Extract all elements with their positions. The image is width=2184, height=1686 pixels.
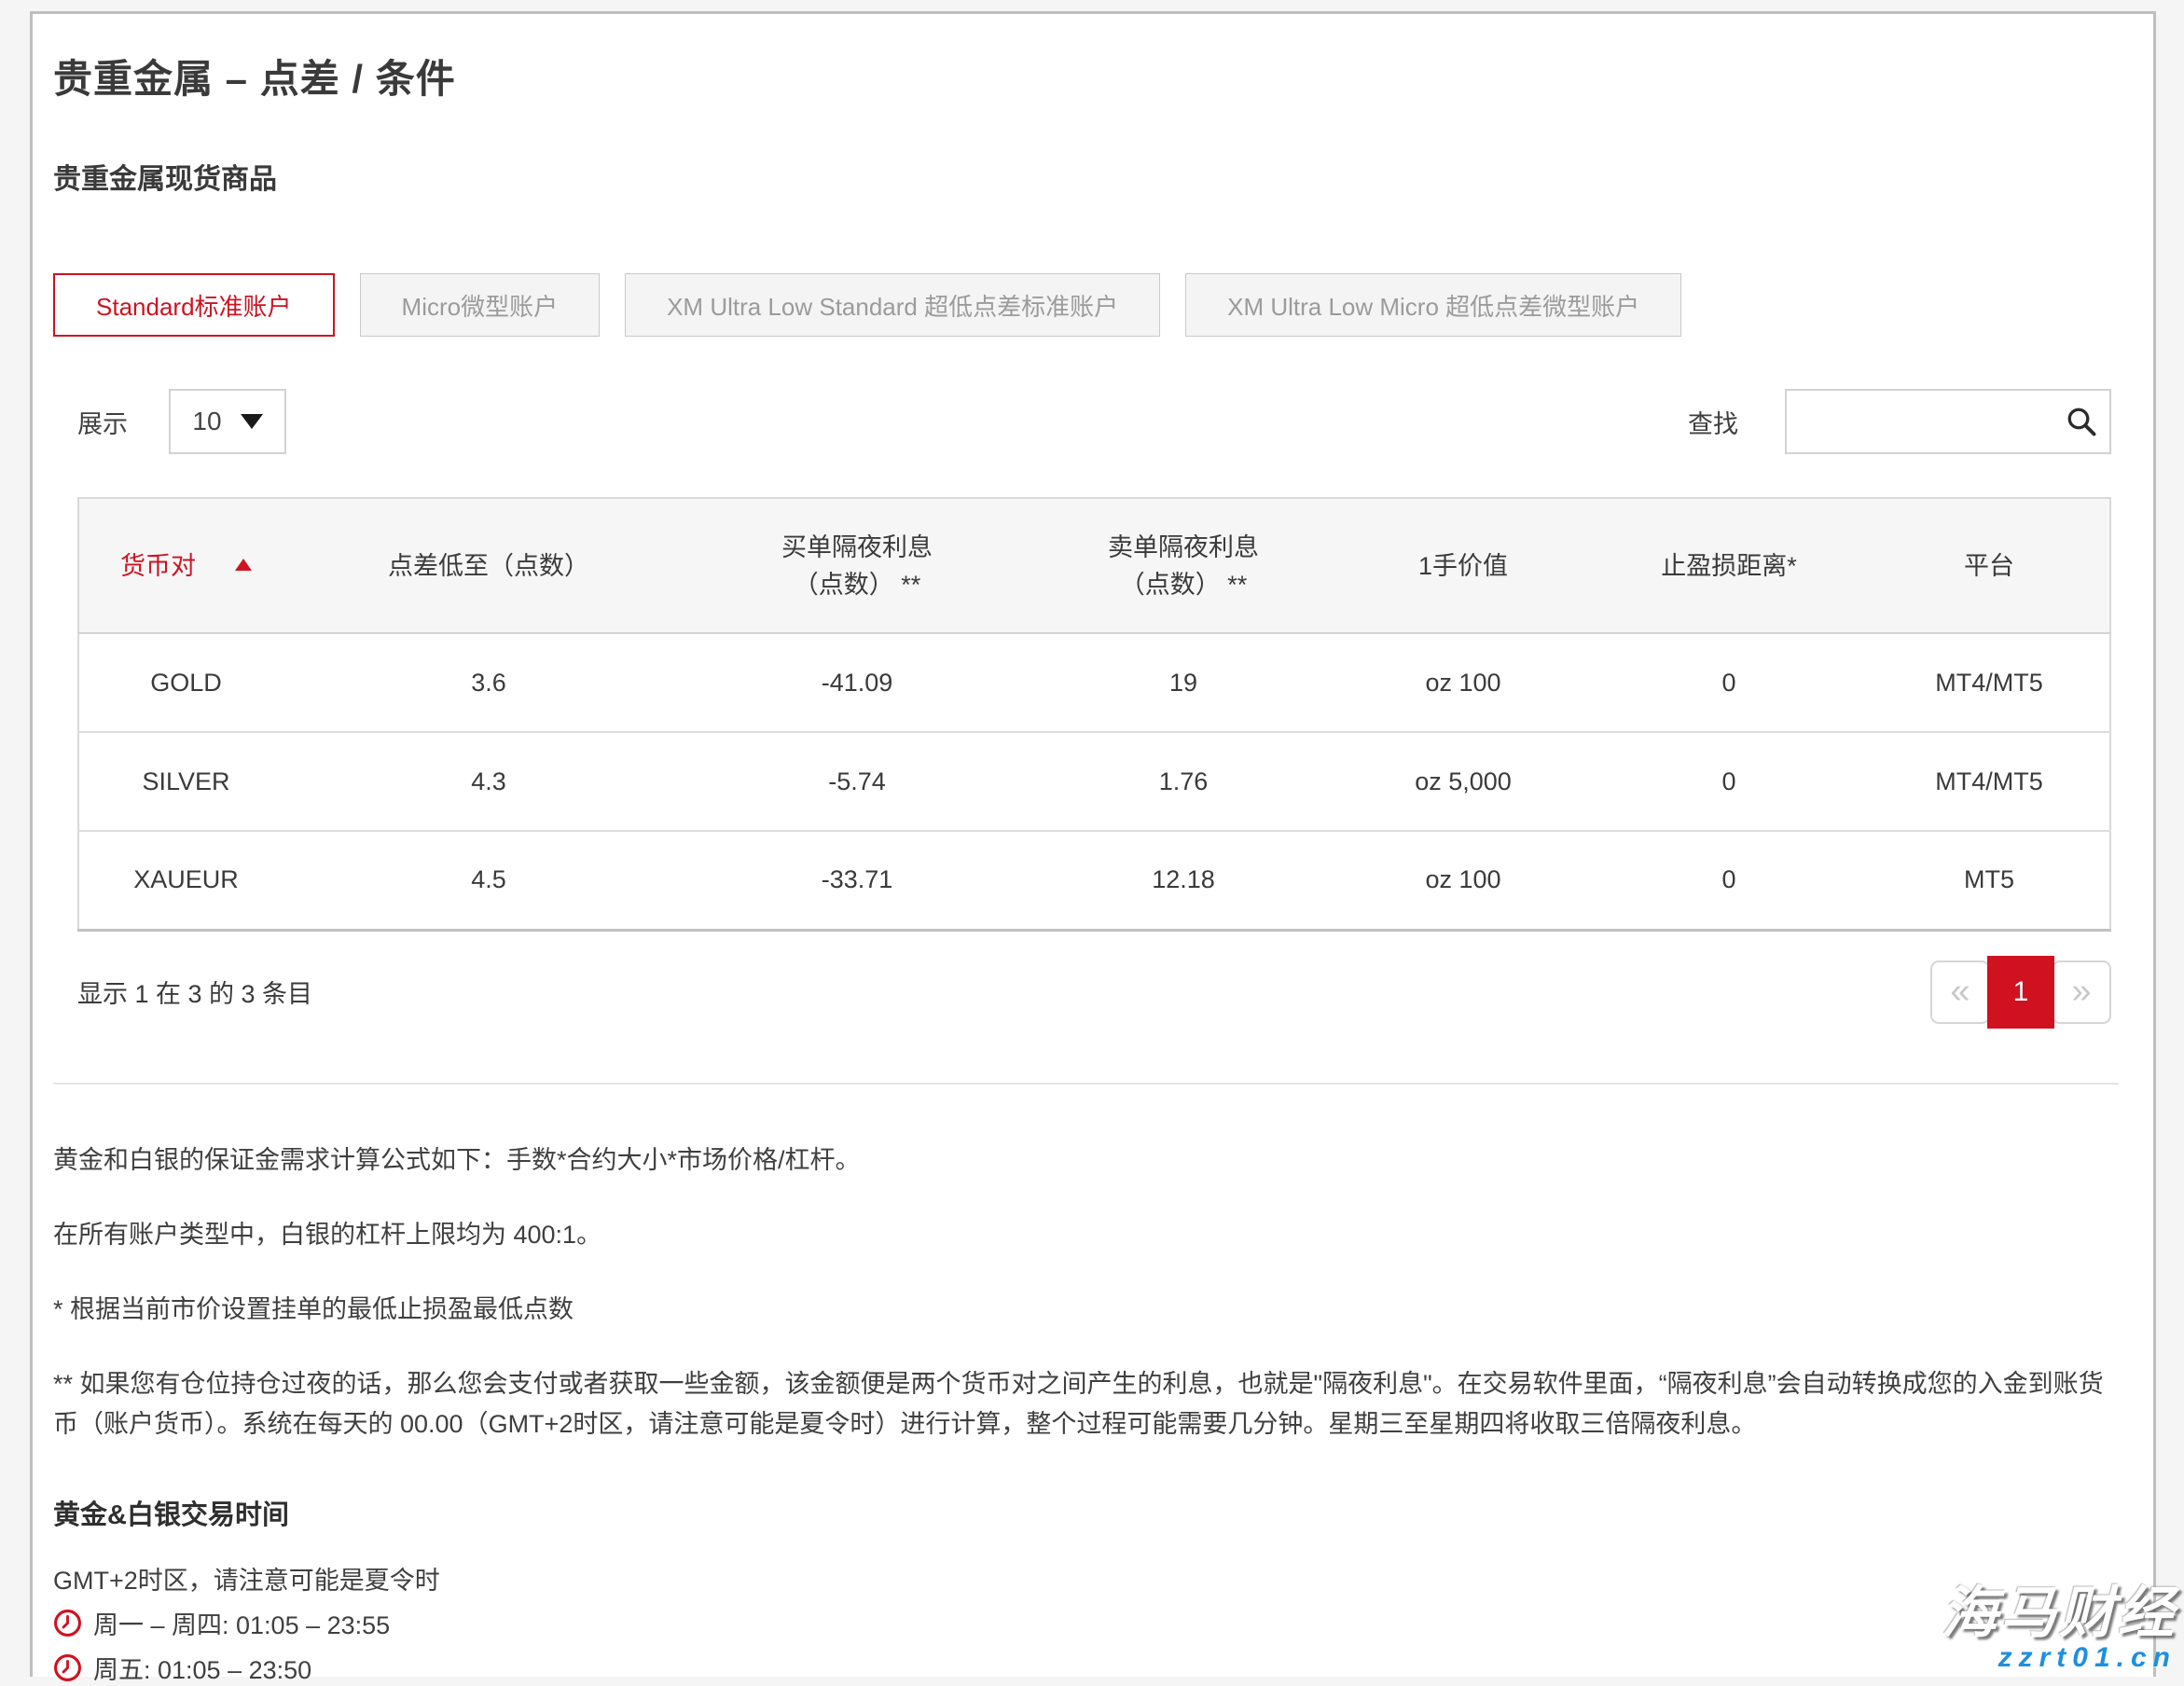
page-subtitle: 贵重金属现货商品 [53, 156, 2109, 197]
cell-platform: MT5 [1869, 831, 2110, 930]
table-row-silver: SILVER 4.3 -5.74 1.76 oz 5,000 0 MT4/MT5 [78, 732, 2110, 831]
cell-swap-short: 12.18 [1030, 831, 1337, 930]
page-size-label: 展示 [77, 404, 128, 440]
trading-hours-friday: 周五: 01:05 – 23:50 [53, 1650, 2109, 1686]
pagination: « 1 » [1930, 956, 2111, 1029]
table-row-xaueur: XAUEUR 4.5 -33.71 12.18 oz 100 0 MT5 [78, 831, 2110, 930]
cell-swap-long: -33.71 [684, 831, 1030, 930]
timezone-note: GMT+2时区，请注意可能是夏令时 [53, 1560, 2109, 1596]
pagination-next-button[interactable]: » [2052, 960, 2111, 1024]
account-type-tabs: Standard标准账户 Micro微型账户 XM Ultra Low Stan… [53, 273, 2109, 337]
sort-ascending-icon [235, 559, 252, 571]
column-header-spread[interactable]: 点差低至（点数） [293, 498, 684, 633]
search-label: 查找 [1688, 404, 1738, 440]
column-header-limit-stop-level[interactable]: 止盈损距离* [1589, 498, 1869, 633]
cell-symbol: SILVER [78, 732, 293, 831]
tab-ultra-low-standard-account[interactable]: XM Ultra Low Standard 超低点差标准账户 [625, 273, 1160, 337]
table-footer: 显示 1 在 3 的 3 条目 « 1 » [77, 956, 2111, 1029]
column-header-symbol[interactable]: 货币对 [78, 498, 293, 633]
cell-lot-value: oz 100 [1337, 633, 1589, 732]
notes-section: 黄金和白银的保证金需求计算公式如下：手数*合约大小*市场价格/杠杆。 在所有账户… [53, 1140, 2109, 1444]
cell-spread: 3.6 [293, 633, 684, 732]
chevron-down-icon [241, 414, 263, 429]
trading-hours-heading: 黄金&白银交易时间 [53, 1493, 2109, 1532]
cell-swap-long: -5.74 [684, 732, 1030, 831]
search-input[interactable] [1785, 389, 2111, 454]
cell-swap-long: -41.09 [684, 633, 1030, 732]
pagination-page-1-button[interactable]: 1 [1987, 956, 2054, 1029]
cell-spread: 4.5 [293, 831, 684, 930]
stop-level-footnote: * 根据当前市价设置挂单的最低止损盈最低点数 [53, 1290, 2109, 1330]
instruments-table-wrap: 货币对 点差低至（点数） 买单隔夜利息 （点数） ** 卖单隔夜利息 （点数） … [77, 497, 2111, 932]
cell-limit-stop: 0 [1589, 732, 1869, 831]
cell-spread: 4.3 [293, 732, 684, 831]
column-header-swap-long[interactable]: 买单隔夜利息 （点数） ** [684, 498, 1030, 633]
cell-platform: MT4/MT5 [1869, 633, 2110, 732]
tab-standard-account[interactable]: Standard标准账户 [53, 273, 335, 337]
clock-icon [53, 1609, 82, 1638]
cell-symbol: XAUEUR [78, 831, 293, 930]
instruments-table: 货币对 点差低至（点数） 买单隔夜利息 （点数） ** 卖单隔夜利息 （点数） … [77, 497, 2111, 932]
table-row-gold: GOLD 3.6 -41.09 19 oz 100 0 MT4/MT5 [78, 633, 2110, 732]
silver-leverage-note: 在所有账户类型中，白银的杠杆上限均为 400:1。 [53, 1215, 2109, 1255]
clock-icon [53, 1653, 82, 1682]
tab-micro-account[interactable]: Micro微型账户 [360, 273, 601, 337]
pagination-prev-button[interactable]: « [1930, 960, 1990, 1024]
page-size-select[interactable]: 10 [169, 389, 286, 454]
cell-platform: MT4/MT5 [1869, 732, 2110, 831]
trading-hours-friday-label: 周五: 01:05 – 23:50 [93, 1650, 311, 1686]
swap-footnote: ** 如果您有仓位持仓过夜的话，那么您会支付或者获取一些金额，该金额便是两个货币… [53, 1364, 2109, 1444]
column-header-platform[interactable]: 平台 [1869, 498, 2110, 633]
page-title: 贵重金属 – 点差 / 条件 [53, 48, 2109, 104]
cell-lot-value: oz 5,000 [1337, 732, 1589, 831]
table-controls: 展示 10 查找 [77, 389, 2111, 454]
column-header-swap-short[interactable]: 卖单隔夜利息 （点数） ** [1030, 498, 1337, 633]
margin-formula-note: 黄金和白银的保证金需求计算公式如下：手数*合约大小*市场价格/杠杆。 [53, 1140, 2109, 1181]
page-size-value: 10 [192, 407, 221, 436]
trading-hours-weekdays-label: 周一 – 周四: 01:05 – 23:55 [93, 1605, 390, 1641]
cell-swap-short: 19 [1030, 633, 1337, 732]
table-header-row: 货币对 点差低至（点数） 买单隔夜利息 （点数） ** 卖单隔夜利息 （点数） … [78, 498, 2110, 633]
content-card: 贵重金属 – 点差 / 条件 贵重金属现货商品 Standard标准账户 Mic… [30, 11, 2156, 1677]
column-header-symbol-label: 货币对 [120, 552, 196, 580]
section-divider [53, 1083, 2119, 1085]
cell-symbol: GOLD [78, 633, 293, 732]
search-icon [2065, 405, 2098, 438]
cell-lot-value: oz 100 [1337, 831, 1589, 930]
trading-hours-weekdays: 周一 – 周四: 01:05 – 23:55 [53, 1605, 2109, 1641]
entries-info: 显示 1 在 3 的 3 条目 [77, 974, 312, 1010]
column-header-lot-value[interactable]: 1手价值 [1337, 498, 1589, 633]
cell-limit-stop: 0 [1589, 831, 1869, 930]
cell-limit-stop: 0 [1589, 633, 1869, 732]
tab-ultra-low-micro-account[interactable]: XM Ultra Low Micro 超低点差微型账户 [1185, 273, 1681, 337]
cell-swap-short: 1.76 [1030, 732, 1337, 831]
